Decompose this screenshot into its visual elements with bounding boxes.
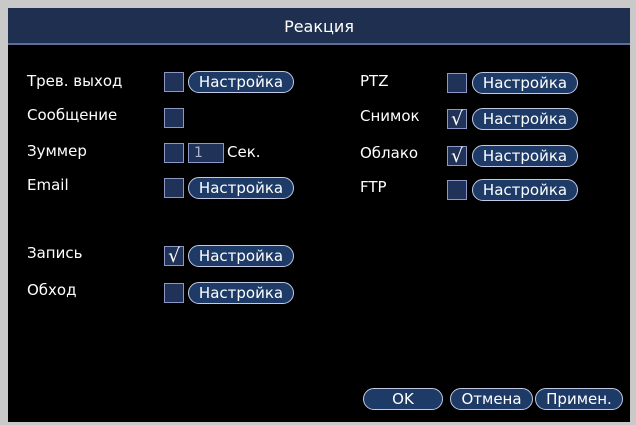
checkmark-icon: √ [450, 108, 464, 130]
snapshot-label: Снимок [360, 107, 420, 125]
tour-label: Обход [27, 281, 77, 299]
checkmark-icon: √ [450, 145, 464, 167]
cloud-setup-button[interactable]: Настройка [472, 145, 578, 167]
reaction-dialog: Реакция Трев. выход Настройка Сообщение … [8, 8, 630, 422]
record-label: Запись [27, 244, 83, 262]
email-checkbox[interactable] [164, 178, 184, 198]
ftp-checkbox[interactable] [447, 180, 467, 200]
checkmark-icon: √ [167, 245, 181, 267]
buzzer-label: Зуммер [27, 142, 87, 160]
cancel-button[interactable]: Отмена [450, 388, 533, 410]
ftp-setup-button[interactable]: Настройка [472, 179, 578, 201]
alarm-out-setup-button[interactable]: Настройка [188, 71, 294, 93]
email-setup-button[interactable]: Настройка [188, 177, 294, 199]
alarm-out-checkbox[interactable] [164, 72, 184, 92]
ftp-label: FTP [360, 178, 387, 196]
buzzer-seconds-input[interactable]: 1 [188, 143, 224, 163]
alarm-out-label: Трев. выход [27, 72, 123, 90]
tour-checkbox[interactable] [164, 283, 184, 303]
apply-button[interactable]: Примен. [535, 388, 623, 410]
ptz-setup-button[interactable]: Настройка [472, 72, 578, 94]
ptz-checkbox[interactable] [447, 73, 467, 93]
ok-button[interactable]: OK [363, 388, 443, 410]
record-checkbox[interactable]: √ [164, 245, 184, 267]
message-checkbox[interactable] [164, 108, 184, 128]
dialog-title: Реакция [284, 17, 354, 36]
title-bar: Реакция [8, 8, 630, 45]
tour-setup-button[interactable]: Настройка [188, 282, 294, 304]
message-label: Сообщение [27, 106, 118, 124]
snapshot-checkbox[interactable]: √ [447, 108, 467, 130]
record-setup-button[interactable]: Настройка [188, 245, 294, 267]
cloud-checkbox[interactable]: √ [447, 145, 467, 167]
buzzer-unit-label: Сек. [227, 143, 261, 161]
ptz-label: PTZ [360, 72, 389, 90]
snapshot-setup-button[interactable]: Настройка [472, 108, 578, 130]
email-label: Email [27, 176, 69, 194]
cloud-label: Облако [360, 144, 419, 162]
buzzer-checkbox[interactable] [164, 143, 184, 163]
